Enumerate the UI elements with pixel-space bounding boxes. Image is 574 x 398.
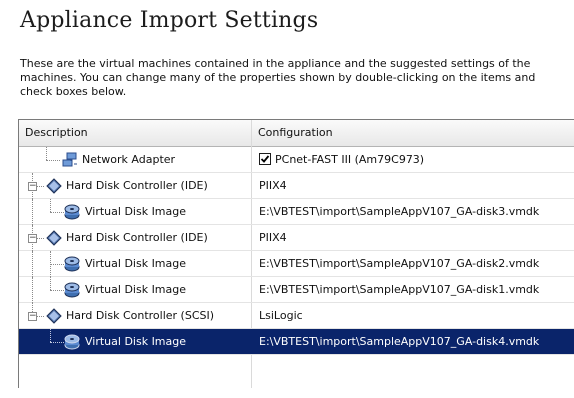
table-row-disk-controller[interactable]: − Hard Disk Controller (IDE) PIIX4 [19, 225, 574, 251]
tree-line [50, 212, 64, 213]
row-configuration[interactable]: E:\VBTEST\import\SampleAppV107_GA-disk3.… [259, 199, 539, 225]
row-description: Hard Disk Controller (SCSI) [66, 309, 215, 322]
table-row-virtual-disk[interactable]: Virtual Disk Image E:\VBTEST\import\Samp… [19, 251, 574, 277]
tree-line [50, 342, 64, 343]
row-description: Virtual Disk Image [85, 335, 187, 348]
tree-line [32, 277, 33, 303]
table-row-virtual-disk-selected[interactable]: Virtual Disk Image E:\VBTEST\import\Samp… [19, 329, 574, 355]
description-line: These are the virtual machines contained… [20, 57, 531, 70]
row-description: Hard Disk Controller (IDE) [66, 179, 208, 192]
column-header-description[interactable]: Description [19, 120, 252, 146]
appliance-settings-tree[interactable]: Description Configuration Network Adapte… [18, 119, 574, 388]
column-header-row: Description Configuration [19, 120, 574, 147]
tree-line [50, 290, 64, 291]
tree-line [32, 251, 33, 277]
column-header-configuration[interactable]: Configuration [252, 120, 574, 146]
table-row-disk-controller[interactable]: − Hard Disk Controller (IDE) PIIX4 [19, 173, 574, 199]
empty-row [19, 355, 574, 381]
checkmark-icon [260, 155, 270, 163]
row-description: Hard Disk Controller (IDE) [66, 231, 208, 244]
table-row-virtual-disk[interactable]: Virtual Disk Image E:\VBTEST\import\Samp… [19, 277, 574, 303]
row-description: Virtual Disk Image [85, 205, 187, 218]
tree-line [50, 329, 51, 342]
row-configuration[interactable]: E:\VBTEST\import\SampleAppV107_GA-disk1.… [259, 277, 539, 303]
tree-line [50, 277, 51, 290]
disk-controller-icon [46, 230, 62, 246]
row-description: Virtual Disk Image [85, 257, 187, 270]
tree-line [50, 199, 51, 212]
disk-controller-icon [46, 308, 62, 324]
tree-line [46, 147, 47, 160]
table-row-disk-controller[interactable]: − Hard Disk Controller (SCSI) LsiLogic [19, 303, 574, 329]
row-description: Virtual Disk Image [85, 283, 187, 296]
row-configuration[interactable]: LsiLogic [259, 303, 303, 329]
tree-line [50, 264, 64, 265]
virtual-disk-icon [64, 282, 80, 298]
virtual-disk-icon [64, 256, 80, 272]
collapse-icon[interactable]: − [28, 182, 37, 191]
description-line: check boxes below. [20, 85, 127, 98]
collapse-icon[interactable]: − [28, 312, 37, 321]
row-configuration[interactable]: E:\VBTEST\import\SampleAppV107_GA-disk2.… [259, 251, 539, 277]
row-configuration[interactable]: PIIX4 [259, 225, 287, 251]
virtual-disk-icon [64, 334, 80, 350]
row-configuration[interactable]: PIIX4 [259, 173, 287, 199]
row-configuration[interactable]: E:\VBTEST\import\SampleAppV107_GA-disk4.… [259, 329, 539, 355]
tree-line [46, 160, 60, 161]
description-line: machines. You can change many of the pro… [20, 71, 536, 84]
row-description: Network Adapter [82, 153, 176, 166]
page-title: Appliance Import Settings [20, 8, 319, 33]
virtual-disk-icon [64, 204, 80, 220]
disk-controller-icon [46, 178, 62, 194]
row-configuration[interactable]: PCnet-FAST III (Am79C973) [275, 147, 424, 173]
table-row-virtual-disk[interactable]: Virtual Disk Image E:\VBTEST\import\Samp… [19, 199, 574, 225]
table-row-network-adapter[interactable]: Network Adapter PCnet-FAST III (Am79C973… [19, 147, 574, 173]
network-adapter-icon [62, 152, 77, 167]
tree-line [32, 199, 33, 225]
page-description: These are the virtual machines contained… [20, 57, 574, 99]
network-adapter-checkbox[interactable] [259, 153, 271, 165]
collapse-icon[interactable]: − [28, 234, 37, 243]
